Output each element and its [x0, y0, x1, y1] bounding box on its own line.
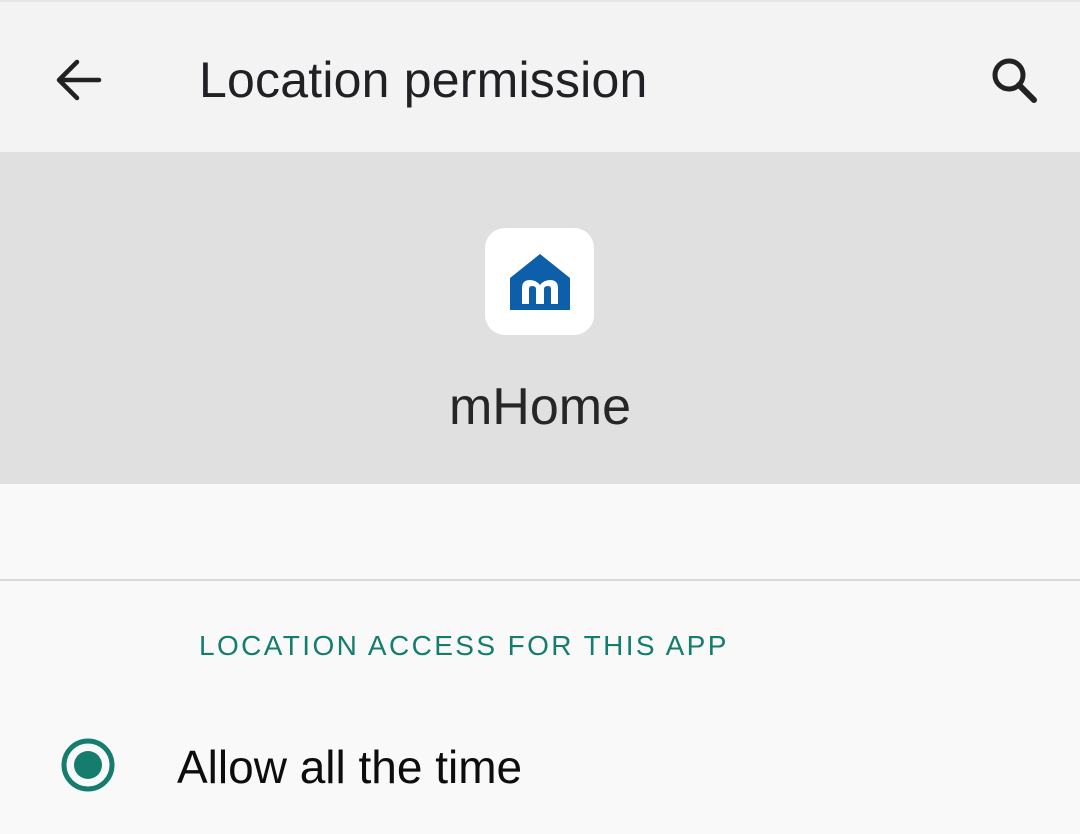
app-header-panel: mHome [0, 152, 1080, 484]
section-header: LOCATION ACCESS FOR THIS APP [199, 630, 729, 661]
mhome-logo-icon [509, 253, 570, 310]
option-label: Allow all the time [177, 741, 523, 793]
divider [0, 579, 1080, 581]
search-button[interactable] [978, 44, 1050, 116]
search-icon [992, 58, 1037, 103]
back-button[interactable] [44, 46, 112, 114]
app-icon [485, 228, 594, 335]
app-name: mHome [448, 378, 632, 436]
app-bar: Location permission [0, 0, 1080, 152]
arrow-back-icon [56, 59, 102, 101]
radio-button-selected-icon[interactable] [60, 737, 116, 793]
page-title: Location permission [199, 52, 648, 108]
option-allow-all-the-time[interactable]: Allow all the time [0, 712, 1080, 822]
